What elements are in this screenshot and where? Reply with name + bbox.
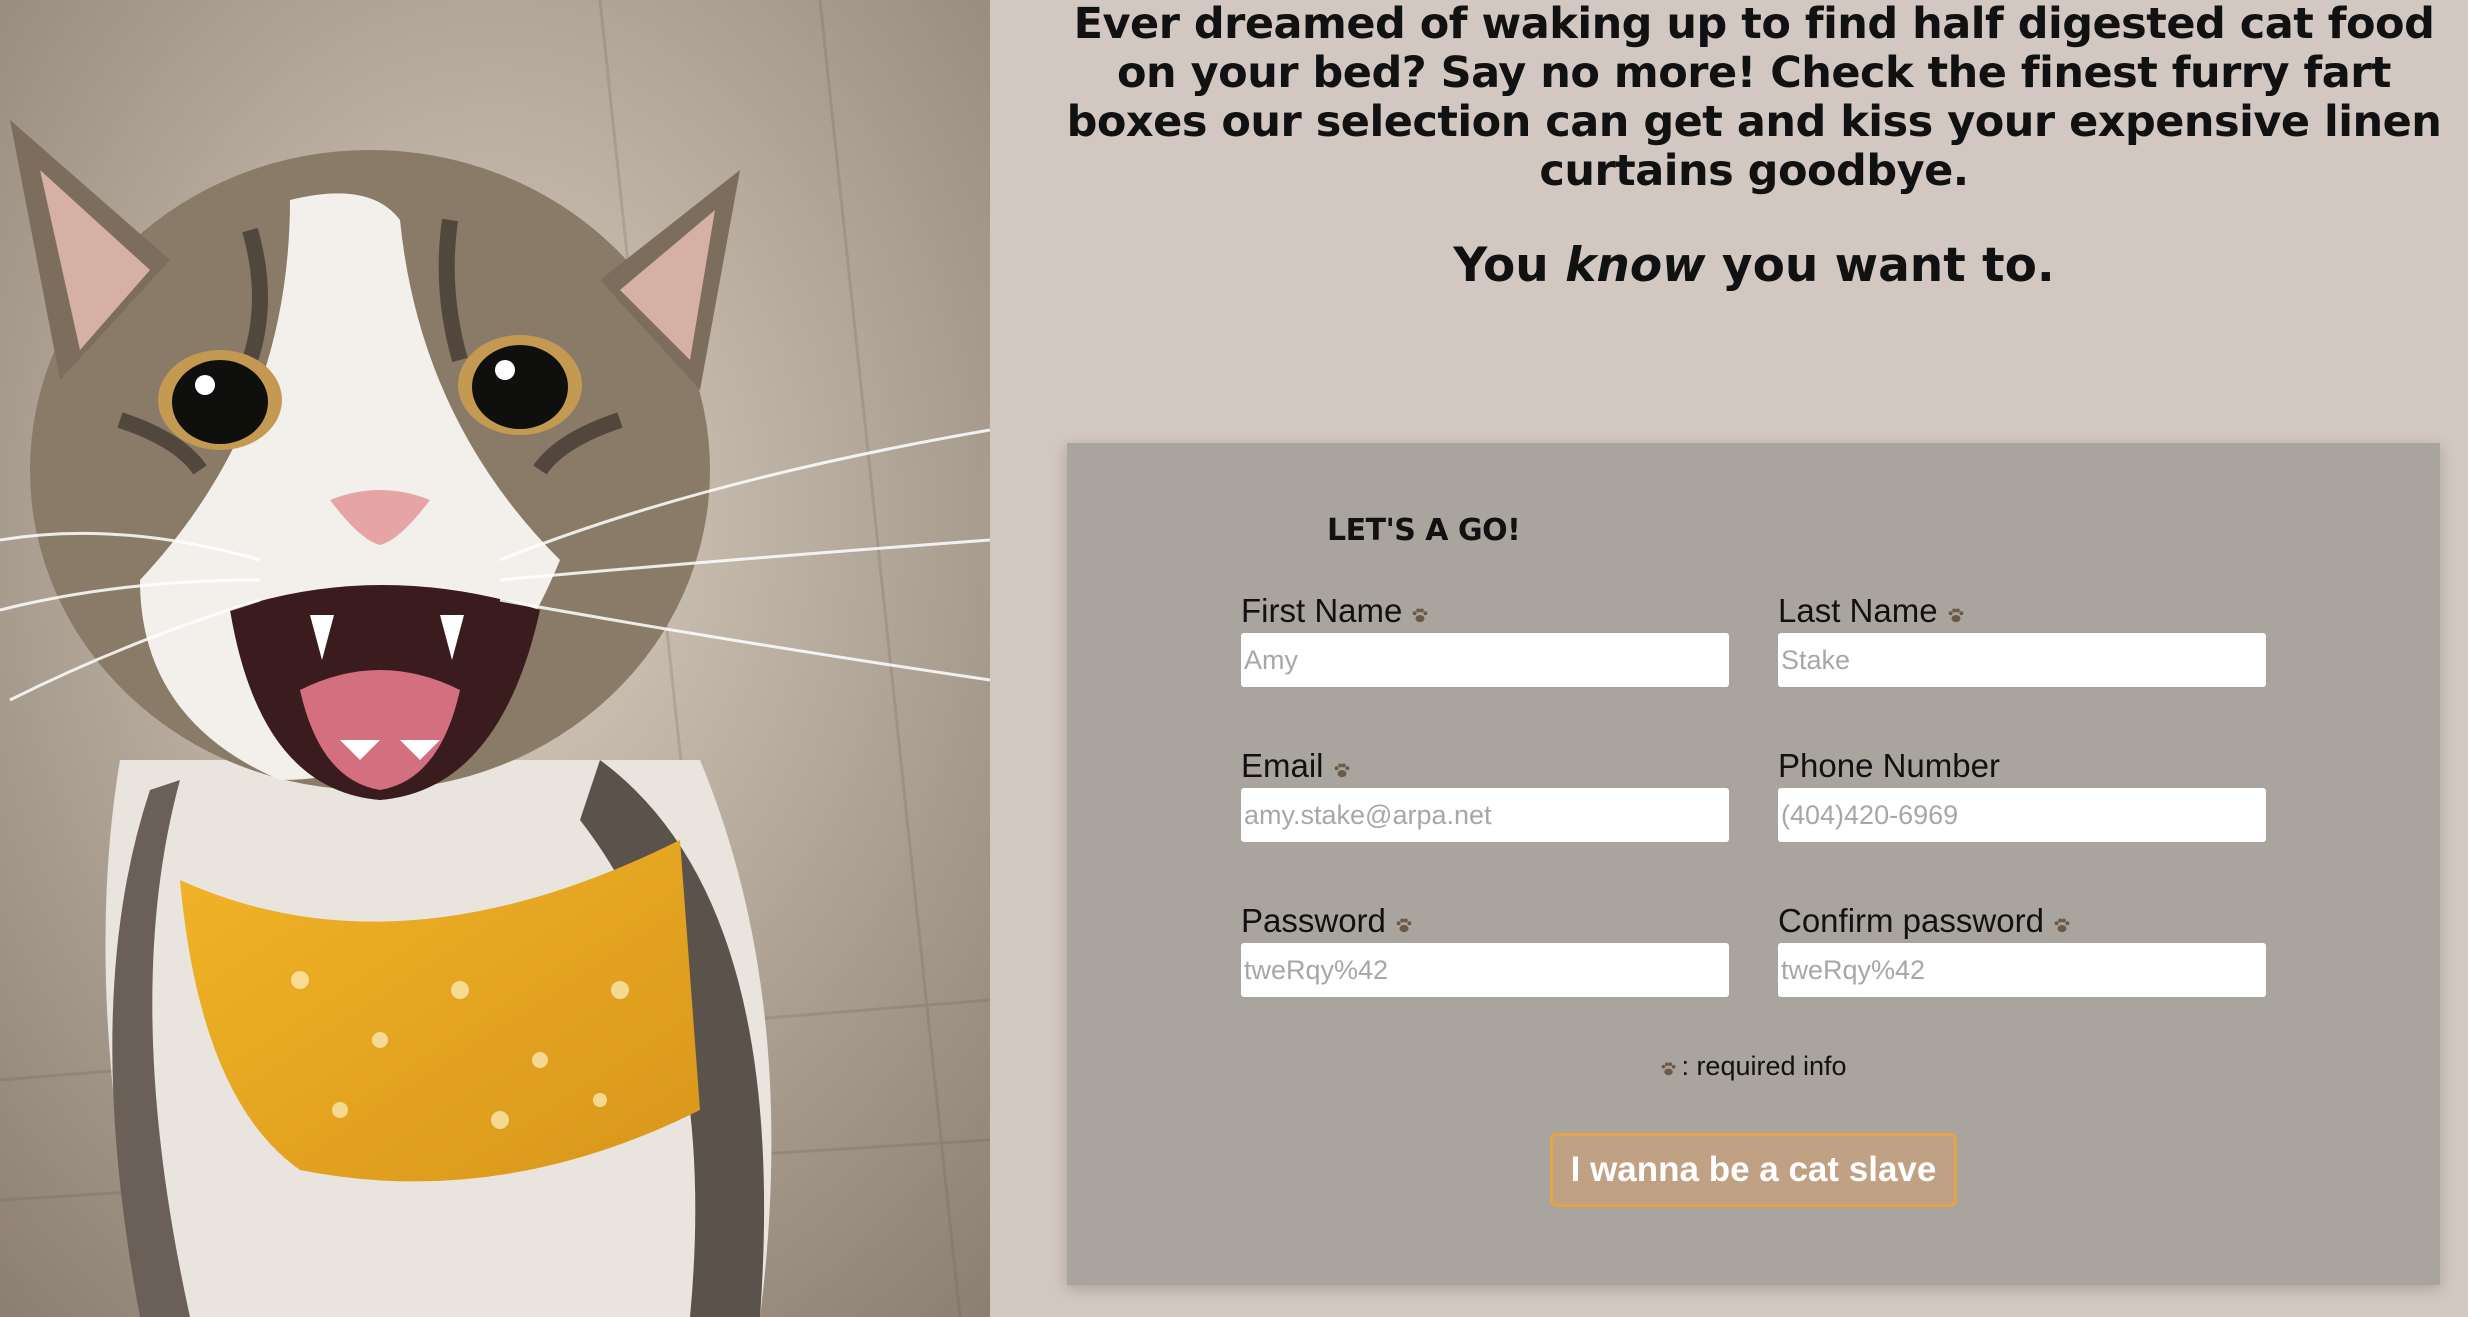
required-legend-text: : required info bbox=[1681, 1051, 1847, 1081]
password-input[interactable] bbox=[1241, 943, 1729, 997]
tagline: You know you want to. bbox=[1060, 238, 2448, 294]
email-label: Email bbox=[1241, 746, 1729, 786]
confirm-password-label: Confirm password bbox=[1778, 901, 2266, 941]
first-name-label-text: First Name bbox=[1241, 592, 1403, 629]
signup-form-card: LET'S A GO! First Name Last Name Email P… bbox=[1067, 443, 2440, 1285]
last-name-label-text: Last Name bbox=[1778, 592, 1938, 629]
password-label: Password bbox=[1241, 901, 1729, 941]
required-legend: : required info bbox=[1067, 1051, 2440, 1082]
tagline-end: you want to. bbox=[1705, 238, 2055, 293]
tagline-start: You bbox=[1453, 238, 1566, 293]
phone-label: Phone Number bbox=[1778, 746, 2266, 786]
paw-icon bbox=[1948, 608, 1963, 623]
intro-paragraph: Ever dreamed of waking up to find half d… bbox=[1066, 0, 2442, 196]
intro-section: Ever dreamed of waking up to find half d… bbox=[1060, 0, 2448, 294]
paw-icon bbox=[1396, 918, 1412, 933]
phone-input[interactable] bbox=[1778, 788, 2266, 842]
confirm-password-field: Confirm password bbox=[1778, 901, 2266, 997]
paw-icon bbox=[2054, 918, 2070, 933]
cat-illustration bbox=[0, 0, 990, 1317]
paw-icon bbox=[1334, 763, 1349, 778]
last-name-field: Last Name bbox=[1778, 591, 2266, 687]
confirm-password-label-text: Confirm password bbox=[1778, 902, 2044, 939]
phone-field: Phone Number bbox=[1778, 746, 2266, 842]
paw-icon bbox=[1661, 1062, 1676, 1076]
tagline-emphasis: know bbox=[1565, 238, 1706, 293]
email-label-text: Email bbox=[1241, 747, 1324, 784]
password-field: Password bbox=[1241, 901, 1729, 997]
first-name-input[interactable] bbox=[1241, 633, 1729, 687]
first-name-field: First Name bbox=[1241, 591, 1729, 687]
email-field: Email bbox=[1241, 746, 1729, 842]
first-name-label: First Name bbox=[1241, 591, 1729, 631]
last-name-label: Last Name bbox=[1778, 591, 2266, 631]
hero-cat-photo bbox=[0, 0, 990, 1317]
paw-icon bbox=[1412, 608, 1428, 623]
confirm-password-input[interactable] bbox=[1778, 943, 2266, 997]
form-title: LET'S A GO! bbox=[1327, 513, 1521, 548]
email-input[interactable] bbox=[1241, 788, 1729, 842]
phone-label-text: Phone Number bbox=[1778, 747, 2000, 784]
last-name-input[interactable] bbox=[1778, 633, 2266, 687]
submit-button[interactable]: I wanna be a cat slave bbox=[1550, 1133, 1957, 1207]
password-label-text: Password bbox=[1241, 902, 1386, 939]
